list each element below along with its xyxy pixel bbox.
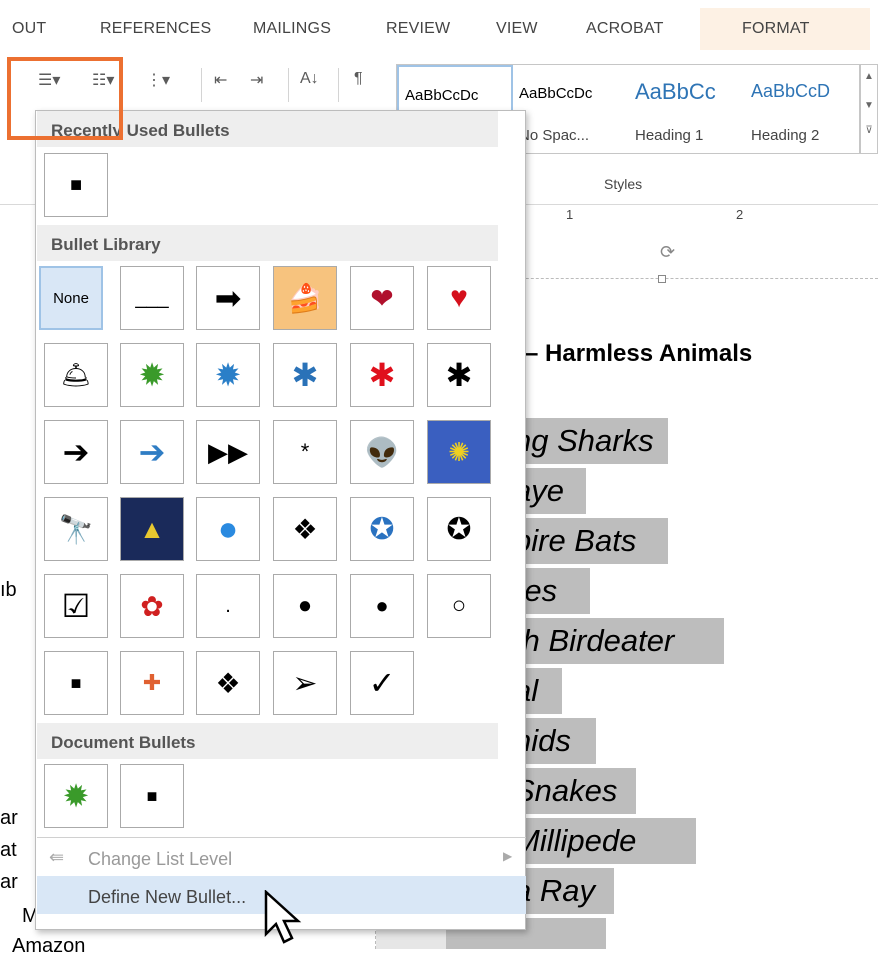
- style-preview: AaBbCcDc: [519, 85, 593, 102]
- tab-mailings[interactable]: MAILINGS: [253, 20, 331, 38]
- sort-icon[interactable]: A↓: [300, 70, 319, 88]
- more-styles-icon[interactable]: ⊽: [861, 125, 877, 136]
- left-text-fragment: ar: [0, 871, 18, 893]
- style-heading-1[interactable]: AaBbCc Heading 1: [629, 65, 745, 153]
- submenu-arrow-icon: ▶: [503, 849, 513, 863]
- styles-group-label: Styles: [604, 176, 643, 192]
- increase-indent-icon[interactable]: ⇥: [250, 70, 263, 90]
- bullet-space-picture[interactable]: ✺: [427, 420, 491, 484]
- doc-bullet-square[interactable]: ■: [120, 764, 184, 828]
- bullet-filled-circle-2[interactable]: ●: [350, 574, 414, 638]
- change-list-level-label: Change List Level: [88, 849, 233, 869]
- bullet-hollow-circle[interactable]: ○: [427, 574, 491, 638]
- bullet-library-header: Bullet Library: [37, 225, 498, 261]
- left-text-fragment: ıb: [0, 579, 17, 601]
- bullet-cake-picture[interactable]: 🍰: [273, 266, 337, 330]
- bullet-line[interactable]: ___: [120, 266, 184, 330]
- decrease-indent-icon[interactable]: ⇤: [214, 70, 227, 90]
- bullet-arrow[interactable]: ➡: [196, 266, 260, 330]
- tab-format[interactable]: FORMAT: [742, 20, 810, 38]
- bullet-bell[interactable]: 🛎: [44, 343, 108, 407]
- tab-references[interactable]: REFERENCES: [100, 20, 211, 38]
- style-name: No Spac...: [519, 127, 590, 144]
- bullet-flower-picture[interactable]: ✿: [120, 574, 184, 638]
- bullet-cross-picture[interactable]: ✚: [120, 651, 184, 715]
- bullet-square[interactable]: ■: [44, 153, 108, 217]
- ruler-mark: 1: [566, 207, 574, 222]
- bullet-four-diamonds[interactable]: ❖: [196, 651, 260, 715]
- bullet-checkbox[interactable]: ☑: [44, 574, 108, 638]
- left-text-fragment: ar: [0, 807, 18, 829]
- define-new-bullet-label: Define New Bullet...: [88, 887, 247, 907]
- bullets-button-highlight: [7, 57, 123, 140]
- rotate-handle-icon[interactable]: ⟳: [660, 242, 675, 263]
- bullet-alien-picture[interactable]: 👽: [350, 420, 414, 484]
- doc-bullet-green-sun[interactable]: ✹: [44, 764, 108, 828]
- ruler-mark: 2: [736, 207, 744, 222]
- style-preview: AaBbCcD: [751, 81, 831, 101]
- bullet-chocolate-heart[interactable]: ❤: [350, 266, 414, 330]
- bullet-green-sun[interactable]: ✹: [120, 343, 184, 407]
- bullet-small-square[interactable]: ■: [44, 651, 108, 715]
- tab-acrobat[interactable]: ACROBAT: [586, 20, 664, 38]
- bullet-small-asterisk[interactable]: *: [273, 420, 337, 484]
- ribbon-separator: [288, 68, 289, 102]
- ribbon-separator: [201, 68, 202, 102]
- scroll-down-icon[interactable]: ▼: [861, 100, 877, 111]
- show-formatting-icon[interactable]: ¶: [354, 70, 363, 88]
- bullet-red-asterisk[interactable]: ✱: [350, 343, 414, 407]
- style-no-spacing[interactable]: AaBbCcDc No Spac...: [513, 65, 629, 153]
- mouse-cursor-icon: [264, 890, 302, 944]
- bullet-blue-asterisk[interactable]: ✱: [273, 343, 337, 407]
- document-bullets-header: Document Bullets: [37, 723, 498, 759]
- bullet-bold-arrow[interactable]: ➔: [44, 420, 108, 484]
- ribbon-separator: [338, 68, 339, 102]
- document-title: – Harmless Animals: [525, 340, 753, 367]
- bullet-blue-sun[interactable]: ✹: [196, 343, 260, 407]
- style-preview: AaBbCc: [635, 79, 716, 104]
- bullet-none[interactable]: None: [39, 266, 103, 330]
- multilevel-list-icon[interactable]: ⋮▾: [146, 70, 170, 90]
- tab-view[interactable]: VIEW: [496, 20, 538, 38]
- change-list-level-item: ⇚ Change List Level ▶: [37, 838, 526, 876]
- bullet-dot[interactable]: .: [196, 574, 260, 638]
- bullets-dropdown: Recently Used Bullets ■ Bullet Library N…: [35, 110, 526, 930]
- style-name: Heading 2: [751, 127, 820, 144]
- bullet-night-picture[interactable]: ▲: [120, 497, 184, 561]
- bullet-double-triangle[interactable]: ▶▶: [196, 420, 260, 484]
- left-text-fragment: at: [0, 839, 17, 861]
- bullet-diamonds[interactable]: ❖: [273, 497, 337, 561]
- bullet-filled-circle[interactable]: ●: [273, 574, 337, 638]
- left-text-fragment: Amazon: [12, 935, 86, 957]
- styles-scroll-buttons[interactable]: ▲ ▼ ⊽: [860, 64, 878, 154]
- change-level-icon: ⇚: [49, 847, 65, 867]
- style-name: Heading 1: [635, 127, 704, 144]
- tab-layout[interactable]: OUT: [12, 20, 46, 38]
- bullet-checkmark[interactable]: ✓: [350, 651, 414, 715]
- bullet-blue-arrow[interactable]: ➔: [120, 420, 184, 484]
- bullet-black-asterisk[interactable]: ✱: [427, 343, 491, 407]
- bullet-black-star-circle[interactable]: ✪: [427, 497, 491, 561]
- bullet-red-heart[interactable]: ♥: [427, 266, 491, 330]
- bullet-arrowhead[interactable]: ➢: [273, 651, 337, 715]
- tab-review[interactable]: REVIEW: [386, 20, 450, 38]
- scroll-up-icon[interactable]: ▲: [861, 71, 877, 82]
- resize-handle[interactable]: [658, 275, 666, 283]
- bullet-telescope-picture[interactable]: 🔭: [44, 497, 108, 561]
- bullet-blue-star-circle[interactable]: ✪: [350, 497, 414, 561]
- bullet-globe-picture[interactable]: ●: [196, 497, 260, 561]
- style-heading-2[interactable]: AaBbCcD Heading 2: [745, 65, 861, 153]
- style-preview: AaBbCcDc: [405, 87, 479, 104]
